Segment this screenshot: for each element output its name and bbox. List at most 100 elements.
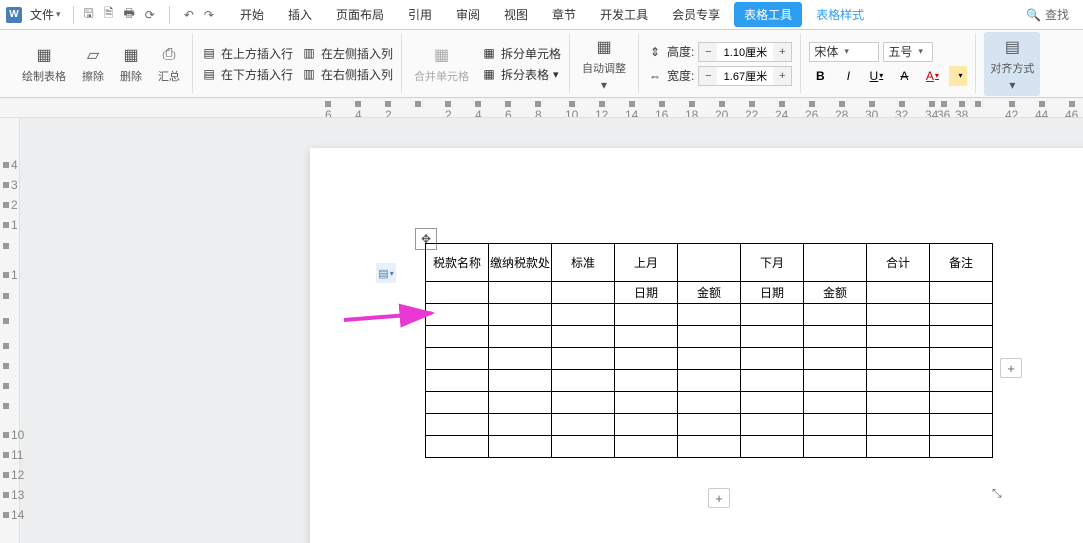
tab-start[interactable]: 开始 — [230, 2, 274, 27]
width-stepper[interactable]: − + — [698, 66, 792, 86]
refresh-icon[interactable]: ⟳ — [145, 8, 155, 22]
width-plus-button[interactable]: + — [773, 67, 791, 85]
font-color-button[interactable]: A — [921, 66, 943, 86]
table-cell[interactable] — [741, 326, 804, 348]
table-header-cell[interactable]: 税款名称 — [426, 244, 489, 282]
height-input[interactable] — [717, 43, 773, 61]
tab-chapter[interactable]: 章节 — [542, 2, 586, 27]
table-cell[interactable] — [804, 414, 867, 436]
table-cell[interactable] — [804, 304, 867, 326]
table-subheader-cell[interactable]: 日期 — [741, 282, 804, 304]
table-cell[interactable] — [867, 304, 930, 326]
table-cell[interactable] — [741, 414, 804, 436]
font-size-select[interactable]: 五号 — [883, 42, 933, 62]
table-cell[interactable] — [804, 436, 867, 458]
table-cell[interactable] — [615, 392, 678, 414]
table-cell[interactable] — [678, 436, 741, 458]
table-cell[interactable] — [741, 392, 804, 414]
table-subheader-cell[interactable] — [489, 282, 552, 304]
document-canvas[interactable]: ✥ ▤ 税款名称缴纳税款处标准上月下月合计备注日期金额日期金额 + + ⤡ — [20, 118, 1083, 543]
underline-button[interactable]: U — [865, 66, 887, 86]
insert-row-below-button[interactable]: ▤在下方插入行 — [201, 66, 293, 83]
italic-button[interactable]: I — [837, 66, 859, 86]
table-cell[interactable] — [867, 392, 930, 414]
table-subheader-cell[interactable]: 金额 — [678, 282, 741, 304]
save-icon[interactable]: 🖫 — [84, 4, 94, 25]
table-cell[interactable] — [804, 392, 867, 414]
table-cell[interactable] — [552, 392, 615, 414]
table-header-cell[interactable]: 备注 — [930, 244, 993, 282]
height-minus-button[interactable]: − — [699, 43, 717, 61]
table-cell[interactable] — [678, 304, 741, 326]
table-cell[interactable] — [678, 348, 741, 370]
table-cell[interactable] — [930, 304, 993, 326]
table-cell[interactable] — [426, 392, 489, 414]
split-table-button[interactable]: ▦拆分表格▾ — [481, 66, 561, 83]
table-subheader-cell[interactable] — [552, 282, 615, 304]
table-header-cell[interactable] — [678, 244, 741, 282]
table-cell[interactable] — [489, 304, 552, 326]
merge-cells-button[interactable]: ▦合并单元格 — [410, 42, 473, 86]
table-cell[interactable] — [867, 348, 930, 370]
width-input[interactable] — [717, 67, 773, 85]
table-subheader-cell[interactable] — [930, 282, 993, 304]
redo-icon[interactable]: ↷ — [204, 8, 214, 22]
table-cell[interactable] — [615, 304, 678, 326]
table-subheader-cell[interactable]: 日期 — [615, 282, 678, 304]
autofit-button[interactable]: ▦自动调整▾ — [578, 34, 630, 94]
tab-review[interactable]: 审阅 — [446, 2, 490, 27]
table-cell[interactable] — [489, 326, 552, 348]
insert-col-right-button[interactable]: ▥在右侧插入列 — [301, 66, 393, 83]
undo-icon[interactable]: ↶ — [184, 8, 194, 22]
tab-insert[interactable]: 插入 — [278, 2, 322, 27]
tab-member[interactable]: 会员专享 — [662, 2, 730, 27]
table-cell[interactable] — [678, 370, 741, 392]
table-header-cell[interactable] — [804, 244, 867, 282]
table-cell[interactable] — [930, 370, 993, 392]
highlight-button[interactable] — [949, 66, 967, 86]
table-cell[interactable] — [552, 436, 615, 458]
table-cell[interactable] — [489, 392, 552, 414]
table-subheader-cell[interactable] — [426, 282, 489, 304]
tab-dev[interactable]: 开发工具 — [590, 2, 658, 27]
table-cell[interactable] — [489, 348, 552, 370]
table-cell[interactable] — [678, 414, 741, 436]
table-cell[interactable] — [552, 304, 615, 326]
table-subheader-cell[interactable]: 金额 — [804, 282, 867, 304]
table-subheader-cell[interactable] — [867, 282, 930, 304]
table-header-cell[interactable]: 合计 — [867, 244, 930, 282]
height-stepper[interactable]: − + — [698, 42, 792, 62]
table-cell[interactable] — [930, 414, 993, 436]
file-menu[interactable]: 文件 — [24, 4, 67, 25]
add-row-button[interactable]: + — [708, 488, 730, 508]
table-cell[interactable] — [489, 370, 552, 392]
table-cell[interactable] — [804, 348, 867, 370]
table-cell[interactable] — [930, 348, 993, 370]
table-cell[interactable] — [930, 326, 993, 348]
tab-table-style[interactable]: 表格样式 — [806, 2, 874, 27]
table-cell[interactable] — [615, 348, 678, 370]
table-resize-handle[interactable]: ⤡ — [992, 486, 1002, 501]
search-box[interactable]: 🔍 查找 — [1018, 4, 1077, 25]
table-cell[interactable] — [741, 304, 804, 326]
table-cell[interactable] — [552, 348, 615, 370]
table-cell[interactable] — [426, 436, 489, 458]
insert-row-above-button[interactable]: ▤在上方插入行 — [201, 45, 293, 62]
tab-view[interactable]: 视图 — [494, 2, 538, 27]
table-cell[interactable] — [426, 414, 489, 436]
table-cell[interactable] — [930, 392, 993, 414]
table-cell[interactable] — [552, 370, 615, 392]
table-cell[interactable] — [930, 436, 993, 458]
print-icon[interactable]: 🖶 — [123, 4, 134, 25]
draw-table-button[interactable]: ▦绘制表格 — [18, 42, 70, 86]
table-cell[interactable] — [615, 326, 678, 348]
table-header-cell[interactable]: 缴纳税款处 — [489, 244, 552, 282]
table-cell[interactable] — [426, 370, 489, 392]
erase-button[interactable]: ▱擦除 — [78, 42, 108, 86]
tab-references[interactable]: 引用 — [398, 2, 442, 27]
table-side-menu[interactable]: ▤ — [376, 263, 396, 283]
table-cell[interactable] — [804, 326, 867, 348]
bold-button[interactable]: B — [809, 66, 831, 86]
table-cell[interactable] — [741, 370, 804, 392]
table-cell[interactable] — [615, 436, 678, 458]
